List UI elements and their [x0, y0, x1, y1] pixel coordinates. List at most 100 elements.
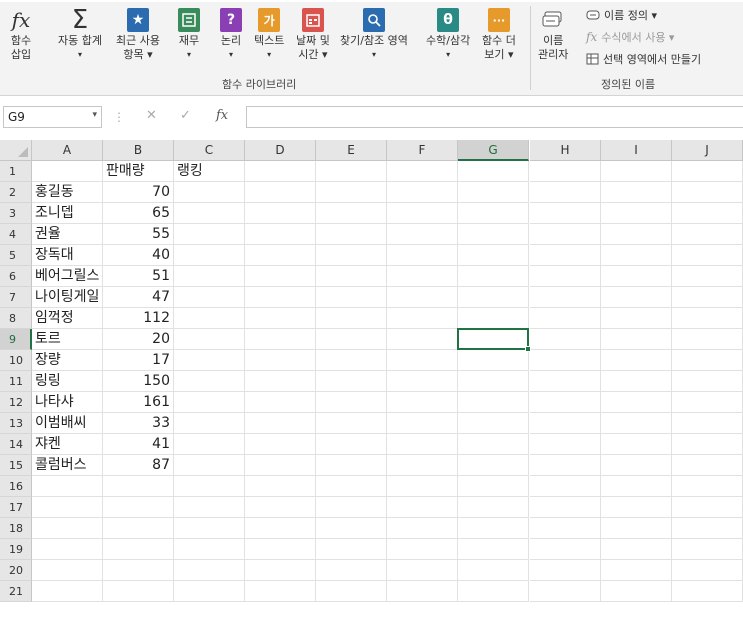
cell-h3[interactable]	[530, 203, 601, 224]
cell-c8[interactable]	[174, 308, 245, 329]
cell-e9[interactable]	[316, 329, 387, 350]
cell-g12[interactable]	[458, 392, 529, 413]
cell-g3[interactable]	[458, 203, 529, 224]
cell-i8[interactable]	[601, 308, 672, 329]
cell-d2[interactable]	[245, 182, 316, 203]
cell-b21[interactable]	[103, 581, 174, 602]
cell-d3[interactable]	[245, 203, 316, 224]
cell-g7[interactable]	[458, 287, 529, 308]
cell-g5[interactable]	[458, 245, 529, 266]
name-manager-button[interactable]: 이름 관리자	[538, 6, 568, 61]
cell-e15[interactable]	[316, 455, 387, 476]
cell-b18[interactable]	[103, 518, 174, 539]
cell-c11[interactable]	[174, 371, 245, 392]
cell-h4[interactable]	[530, 224, 601, 245]
cell-a2[interactable]: 홍길동	[32, 182, 103, 203]
cell-h11[interactable]	[530, 371, 601, 392]
cell-f19[interactable]	[387, 539, 458, 560]
cell-c6[interactable]	[174, 266, 245, 287]
row-header-13[interactable]: 13	[0, 413, 32, 434]
cell-c20[interactable]	[174, 560, 245, 581]
cell-j7[interactable]	[672, 287, 743, 308]
cell-g2[interactable]	[458, 182, 529, 203]
cell-b14[interactable]: 41	[103, 434, 174, 455]
cell-b8[interactable]: 112	[103, 308, 174, 329]
cell-h18[interactable]	[530, 518, 601, 539]
cell-a20[interactable]	[32, 560, 103, 581]
cell-e5[interactable]	[316, 245, 387, 266]
cell-j12[interactable]	[672, 392, 743, 413]
logical-functions-button[interactable]: ? 논리 ▾	[218, 6, 244, 61]
cell-c17[interactable]	[174, 497, 245, 518]
cell-i12[interactable]	[601, 392, 672, 413]
autosum-button[interactable]: Σ 자동 합계 ▾	[58, 6, 102, 61]
row-header-20[interactable]: 20	[0, 560, 32, 581]
fx-icon[interactable]: fx	[216, 108, 228, 123]
cell-b15[interactable]: 87	[103, 455, 174, 476]
cell-h5[interactable]	[530, 245, 601, 266]
cell-i17[interactable]	[601, 497, 672, 518]
cell-b17[interactable]	[103, 497, 174, 518]
cell-b11[interactable]: 150	[103, 371, 174, 392]
cell-a7[interactable]: 나이팅게일	[32, 287, 103, 308]
cell-g1[interactable]	[458, 161, 529, 182]
cell-g11[interactable]	[458, 371, 529, 392]
recent-functions-button[interactable]: ★ 최근 사용 항목 ▾	[116, 6, 160, 61]
cell-f4[interactable]	[387, 224, 458, 245]
cell-f20[interactable]	[387, 560, 458, 581]
cell-b20[interactable]	[103, 560, 174, 581]
cell-e1[interactable]	[316, 161, 387, 182]
cell-e21[interactable]	[316, 581, 387, 602]
cell-f1[interactable]	[387, 161, 458, 182]
row-header-3[interactable]: 3	[0, 203, 32, 224]
cell-j16[interactable]	[672, 476, 743, 497]
cell-e17[interactable]	[316, 497, 387, 518]
cell-g20[interactable]	[458, 560, 529, 581]
cell-g10[interactable]	[458, 350, 529, 371]
cell-b4[interactable]: 55	[103, 224, 174, 245]
chevron-down-icon[interactable]: ▾	[92, 110, 97, 120]
name-box[interactable]: G9 ▾	[3, 106, 102, 128]
cell-f14[interactable]	[387, 434, 458, 455]
cell-g19[interactable]	[458, 539, 529, 560]
cell-h13[interactable]	[530, 413, 601, 434]
column-header-b[interactable]: B	[103, 140, 174, 161]
cell-g8[interactable]	[458, 308, 529, 329]
define-name-button[interactable]: 이름 정의 ▾	[586, 7, 657, 23]
cell-a18[interactable]	[32, 518, 103, 539]
cell-b10[interactable]: 17	[103, 350, 174, 371]
cell-b7[interactable]: 47	[103, 287, 174, 308]
cell-j10[interactable]	[672, 350, 743, 371]
cell-f2[interactable]	[387, 182, 458, 203]
cell-a5[interactable]: 장독대	[32, 245, 103, 266]
cell-d6[interactable]	[245, 266, 316, 287]
cell-j15[interactable]	[672, 455, 743, 476]
cell-d17[interactable]	[245, 497, 316, 518]
cell-j4[interactable]	[672, 224, 743, 245]
cell-e2[interactable]	[316, 182, 387, 203]
more-functions-button[interactable]: ··· 함수 더 보기 ▾	[482, 6, 516, 61]
cell-f7[interactable]	[387, 287, 458, 308]
cell-d7[interactable]	[245, 287, 316, 308]
cell-b12[interactable]: 161	[103, 392, 174, 413]
cell-i1[interactable]	[601, 161, 672, 182]
column-header-a[interactable]: A	[32, 140, 103, 161]
cell-h16[interactable]	[530, 476, 601, 497]
cell-h8[interactable]	[530, 308, 601, 329]
cell-j20[interactable]	[672, 560, 743, 581]
cell-c4[interactable]	[174, 224, 245, 245]
cell-b6[interactable]: 51	[103, 266, 174, 287]
cell-h12[interactable]	[530, 392, 601, 413]
cell-i7[interactable]	[601, 287, 672, 308]
cell-g6[interactable]	[458, 266, 529, 287]
cell-d20[interactable]	[245, 560, 316, 581]
cell-a3[interactable]: 조니뎁	[32, 203, 103, 224]
cell-i11[interactable]	[601, 371, 672, 392]
cell-e8[interactable]	[316, 308, 387, 329]
cell-a8[interactable]: 임꺽정	[32, 308, 103, 329]
cell-d19[interactable]	[245, 539, 316, 560]
cell-i3[interactable]	[601, 203, 672, 224]
cell-i10[interactable]	[601, 350, 672, 371]
cell-i19[interactable]	[601, 539, 672, 560]
cell-d10[interactable]	[245, 350, 316, 371]
